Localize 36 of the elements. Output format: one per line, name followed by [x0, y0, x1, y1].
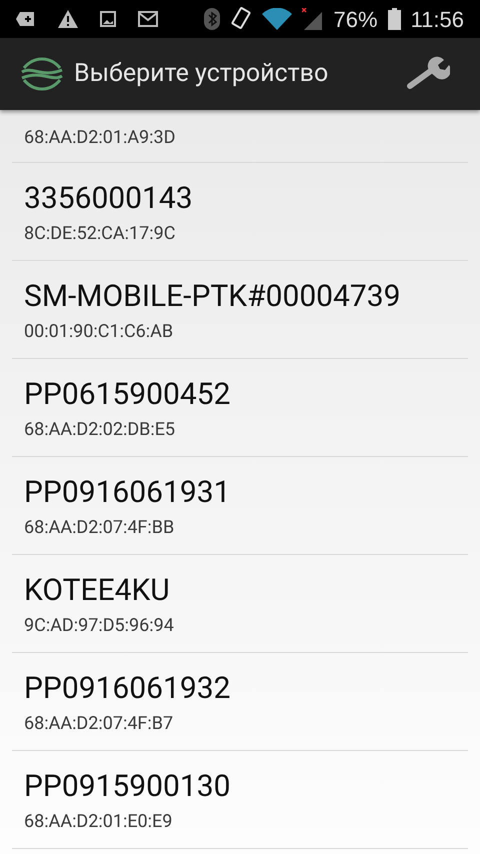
device-name: PP0916061932	[24, 671, 232, 707]
warning-icon	[58, 10, 78, 28]
device-address: 9C:AD:97:D5:96:94	[24, 615, 175, 637]
device-name: PP0915900130	[24, 769, 232, 805]
screen-title: Выберите устройство	[74, 58, 328, 90]
device-list-item[interactable]: PP0916061932 68:AA:D2:07:4F:B7	[12, 653, 468, 751]
settings-button[interactable]	[406, 56, 450, 92]
device-name: KOTEE4KU	[24, 573, 171, 609]
device-address: 8C:DE:52:CA:17:9C	[24, 223, 176, 245]
wifi-icon	[262, 8, 292, 30]
signal-icon	[302, 8, 324, 30]
battery-icon	[388, 8, 401, 30]
device-list-item[interactable]: PP0915900130 68:AA:D2:01:E0:E9	[12, 751, 468, 849]
device-address: 68:AA:D2:01:A9:3D	[24, 127, 176, 149]
device-address: 68:AA:D2:02:DB:E5	[24, 419, 176, 441]
image-icon	[100, 11, 116, 27]
device-name: PP0615900452	[24, 377, 232, 413]
device-list-item[interactable]: 3356000143 8C:DE:52:CA:17:9C	[12, 163, 468, 261]
mail-icon	[138, 11, 158, 27]
device-address: 68:AA:D2:07:4F:BB	[24, 517, 176, 539]
device-list-item[interactable]: 68:AA:D2:01:A9:3D	[12, 110, 468, 163]
device-list-item[interactable]: SM-MOBILE-PTK#00004739 00:01:90:C1:C6:AB	[12, 261, 468, 359]
device-name: SM-MOBILE-PTK#00004739	[24, 279, 402, 315]
device-name: PP0916061931	[24, 475, 232, 511]
clock-time: 11:56	[410, 6, 464, 34]
device-list-item[interactable]: PP0916061931 68:AA:D2:07:4F:BB	[12, 457, 468, 555]
battery-percent: 76%	[334, 6, 378, 34]
device-address: 68:AA:D2:07:4F:B7	[24, 713, 174, 735]
wrench-icon	[406, 56, 450, 92]
device-name: 3356000143	[24, 181, 194, 217]
add-notification-icon	[16, 10, 36, 28]
device-list-item[interactable]: KOTEE4KU 9C:AD:97:D5:96:94	[12, 555, 468, 653]
device-list-item[interactable]: PP0615900452 68:AA:D2:02:DB:E5	[12, 359, 468, 457]
bluetooth-icon	[204, 8, 220, 30]
device-address: 00:01:90:C1:C6:AB	[24, 321, 174, 343]
device-address: 68:AA:D2:01:E0:E9	[24, 811, 174, 833]
